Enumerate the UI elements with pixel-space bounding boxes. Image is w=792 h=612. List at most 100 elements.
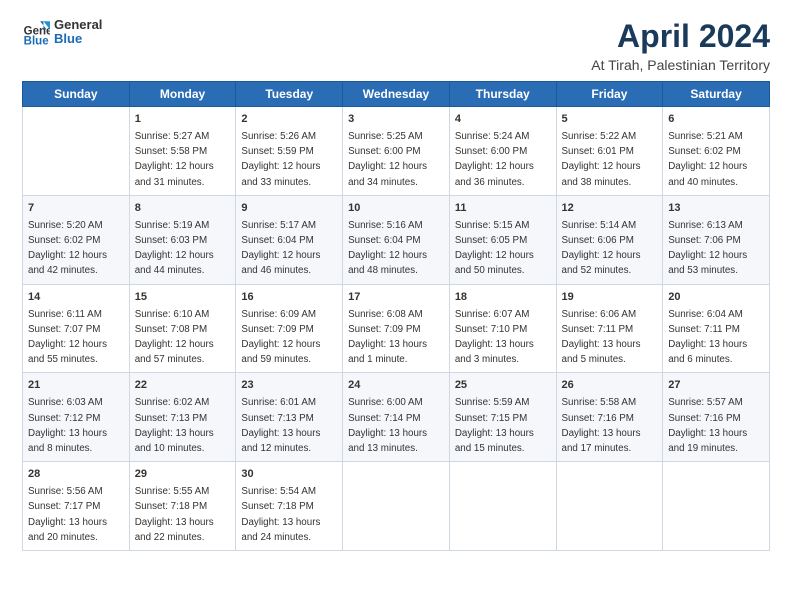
calendar-cell: 20 Sunrise: 6:04 AM Sunset: 7:11 PM Dayli… xyxy=(663,284,770,373)
calendar-cell: 13 Sunrise: 6:13 AM Sunset: 7:06 PM Dayli… xyxy=(663,195,770,284)
calendar-cell: 26Sunrise: 5:58 AM Sunset: 7:16 PM Dayli… xyxy=(556,373,663,462)
day-number: 29 xyxy=(135,467,231,483)
day-number: 11 xyxy=(455,201,551,217)
day-info: Sunrise: 6:01 AM Sunset: 7:13 PM Dayligh… xyxy=(241,397,320,454)
day-info: Sunrise: 5:19 AM Sunset: 6:03 PM Dayligh… xyxy=(135,220,214,277)
day-info: Sunrise: 5:20 AM Sunset: 6:02 PM Dayligh… xyxy=(28,220,107,277)
day-number: 5 xyxy=(562,112,658,128)
calendar-week-row: 28Sunrise: 5:56 AM Sunset: 7:17 PM Dayli… xyxy=(23,462,770,551)
logo-general: General xyxy=(54,18,102,32)
day-info: Sunrise: 5:17 AM Sunset: 6:04 PM Dayligh… xyxy=(241,220,320,277)
calendar-cell: 27 Sunrise: 5:57 AM Sunset: 7:16 PM Dayli… xyxy=(663,373,770,462)
day-info: Sunrise: 6:11 AM Sunset: 7:07 PM Dayligh… xyxy=(28,309,107,366)
calendar-week-row: 21Sunrise: 6:03 AM Sunset: 7:12 PM Dayli… xyxy=(23,373,770,462)
title-block: April 2024 At Tirah, Palestinian Territo… xyxy=(591,18,770,73)
day-number: 25 xyxy=(455,378,551,394)
main-title: April 2024 xyxy=(591,18,770,55)
svg-text:Blue: Blue xyxy=(24,36,50,47)
calendar-cell: 29 Sunrise: 5:55 AM Sunset: 7:18 PM Dayli… xyxy=(129,462,236,551)
day-info: Sunrise: 6:13 AM Sunset: 7:06 PM Dayligh… xyxy=(668,220,747,277)
header: General Blue General Blue April 2024 At … xyxy=(22,18,770,73)
calendar-cell: 8 Sunrise: 5:19 AM Sunset: 6:03 PM Daylig… xyxy=(129,195,236,284)
day-info: Sunrise: 6:02 AM Sunset: 7:13 PM Dayligh… xyxy=(135,397,214,454)
subtitle: At Tirah, Palestinian Territory xyxy=(591,57,770,73)
day-number: 21 xyxy=(28,378,124,394)
day-number: 22 xyxy=(135,378,231,394)
calendar-week-row: 1Sunrise: 5:27 AM Sunset: 5:58 PM Daylig… xyxy=(23,107,770,196)
day-info: Sunrise: 5:22 AM Sunset: 6:01 PM Dayligh… xyxy=(562,131,641,188)
calendar-cell xyxy=(556,462,663,551)
calendar-header-sunday: Sunday xyxy=(23,82,130,107)
calendar-cell: 23 Sunrise: 6:01 AM Sunset: 7:13 PM Dayli… xyxy=(236,373,343,462)
day-number: 8 xyxy=(135,201,231,217)
calendar-cell: 17 Sunrise: 6:08 AM Sunset: 7:09 PM Dayli… xyxy=(343,284,450,373)
calendar-cell: 21Sunrise: 6:03 AM Sunset: 7:12 PM Dayli… xyxy=(23,373,130,462)
day-number: 16 xyxy=(241,290,337,306)
day-number: 24 xyxy=(348,378,444,394)
logo: General Blue General Blue xyxy=(22,18,102,47)
day-info: Sunrise: 5:27 AM Sunset: 5:58 PM Dayligh… xyxy=(135,131,214,188)
logo-blue: Blue xyxy=(54,32,102,46)
day-number: 2 xyxy=(241,112,337,128)
calendar-cell: 10Sunrise: 5:16 AM Sunset: 6:04 PM Dayli… xyxy=(343,195,450,284)
day-info: Sunrise: 6:09 AM Sunset: 7:09 PM Dayligh… xyxy=(241,309,320,366)
calendar-cell: 9 Sunrise: 5:17 AM Sunset: 6:04 PM Daylig… xyxy=(236,195,343,284)
day-info: Sunrise: 5:16 AM Sunset: 6:04 PM Dayligh… xyxy=(348,220,427,277)
day-info: Sunrise: 5:58 AM Sunset: 7:16 PM Dayligh… xyxy=(562,397,641,454)
calendar-table: SundayMondayTuesdayWednesdayThursdayFrid… xyxy=(22,81,770,551)
day-number: 17 xyxy=(348,290,444,306)
calendar-cell: 15Sunrise: 6:10 AM Sunset: 7:08 PM Dayli… xyxy=(129,284,236,373)
day-number: 7 xyxy=(28,201,124,217)
calendar-header-saturday: Saturday xyxy=(663,82,770,107)
calendar-header-row: SundayMondayTuesdayWednesdayThursdayFrid… xyxy=(23,82,770,107)
day-info: Sunrise: 5:14 AM Sunset: 6:06 PM Dayligh… xyxy=(562,220,641,277)
day-info: Sunrise: 5:21 AM Sunset: 6:02 PM Dayligh… xyxy=(668,131,747,188)
calendar-week-row: 14Sunrise: 6:11 AM Sunset: 7:07 PM Dayli… xyxy=(23,284,770,373)
calendar-header-monday: Monday xyxy=(129,82,236,107)
day-number: 20 xyxy=(668,290,764,306)
day-info: Sunrise: 5:54 AM Sunset: 7:18 PM Dayligh… xyxy=(241,486,320,543)
calendar-cell: 18 Sunrise: 6:07 AM Sunset: 7:10 PM Dayli… xyxy=(449,284,556,373)
calendar-cell: 5 Sunrise: 5:22 AM Sunset: 6:01 PM Daylig… xyxy=(556,107,663,196)
calendar-cell: 22 Sunrise: 6:02 AM Sunset: 7:13 PM Dayli… xyxy=(129,373,236,462)
calendar-cell: 28Sunrise: 5:56 AM Sunset: 7:17 PM Dayli… xyxy=(23,462,130,551)
calendar-header-thursday: Thursday xyxy=(449,82,556,107)
day-number: 6 xyxy=(668,112,764,128)
calendar-cell: 7 Sunrise: 5:20 AM Sunset: 6:02 PM Daylig… xyxy=(23,195,130,284)
day-info: Sunrise: 6:10 AM Sunset: 7:08 PM Dayligh… xyxy=(135,309,214,366)
calendar-cell: 2Sunrise: 5:26 AM Sunset: 5:59 PM Daylig… xyxy=(236,107,343,196)
day-info: Sunrise: 5:56 AM Sunset: 7:17 PM Dayligh… xyxy=(28,486,107,543)
day-info: Sunrise: 5:25 AM Sunset: 6:00 PM Dayligh… xyxy=(348,131,427,188)
day-number: 13 xyxy=(668,201,764,217)
calendar-cell: 14Sunrise: 6:11 AM Sunset: 7:07 PM Dayli… xyxy=(23,284,130,373)
day-info: Sunrise: 6:00 AM Sunset: 7:14 PM Dayligh… xyxy=(348,397,427,454)
day-info: Sunrise: 5:55 AM Sunset: 7:18 PM Dayligh… xyxy=(135,486,214,543)
calendar-cell: 25 Sunrise: 5:59 AM Sunset: 7:15 PM Dayli… xyxy=(449,373,556,462)
calendar-cell xyxy=(449,462,556,551)
calendar-cell: 24 Sunrise: 6:00 AM Sunset: 7:14 PM Dayli… xyxy=(343,373,450,462)
day-number: 4 xyxy=(455,112,551,128)
logo-icon: General Blue xyxy=(22,18,50,46)
day-number: 18 xyxy=(455,290,551,306)
calendar-week-row: 7 Sunrise: 5:20 AM Sunset: 6:02 PM Daylig… xyxy=(23,195,770,284)
day-info: Sunrise: 6:06 AM Sunset: 7:11 PM Dayligh… xyxy=(562,309,641,366)
day-number: 12 xyxy=(562,201,658,217)
day-number: 23 xyxy=(241,378,337,394)
calendar-cell: 16 Sunrise: 6:09 AM Sunset: 7:09 PM Dayli… xyxy=(236,284,343,373)
calendar-header-friday: Friday xyxy=(556,82,663,107)
day-info: Sunrise: 6:07 AM Sunset: 7:10 PM Dayligh… xyxy=(455,309,534,366)
day-info: Sunrise: 5:59 AM Sunset: 7:15 PM Dayligh… xyxy=(455,397,534,454)
day-number: 19 xyxy=(562,290,658,306)
calendar-cell: 3Sunrise: 5:25 AM Sunset: 6:00 PM Daylig… xyxy=(343,107,450,196)
calendar-cell: 6 Sunrise: 5:21 AM Sunset: 6:02 PM Daylig… xyxy=(663,107,770,196)
day-info: Sunrise: 6:04 AM Sunset: 7:11 PM Dayligh… xyxy=(668,309,747,366)
calendar-cell xyxy=(343,462,450,551)
calendar-cell: 19 Sunrise: 6:06 AM Sunset: 7:11 PM Dayli… xyxy=(556,284,663,373)
day-number: 9 xyxy=(241,201,337,217)
calendar-cell: 1Sunrise: 5:27 AM Sunset: 5:58 PM Daylig… xyxy=(129,107,236,196)
day-info: Sunrise: 6:08 AM Sunset: 7:09 PM Dayligh… xyxy=(348,309,427,366)
calendar-header-wednesday: Wednesday xyxy=(343,82,450,107)
day-number: 27 xyxy=(668,378,764,394)
day-info: Sunrise: 5:57 AM Sunset: 7:16 PM Dayligh… xyxy=(668,397,747,454)
day-number: 30 xyxy=(241,467,337,483)
